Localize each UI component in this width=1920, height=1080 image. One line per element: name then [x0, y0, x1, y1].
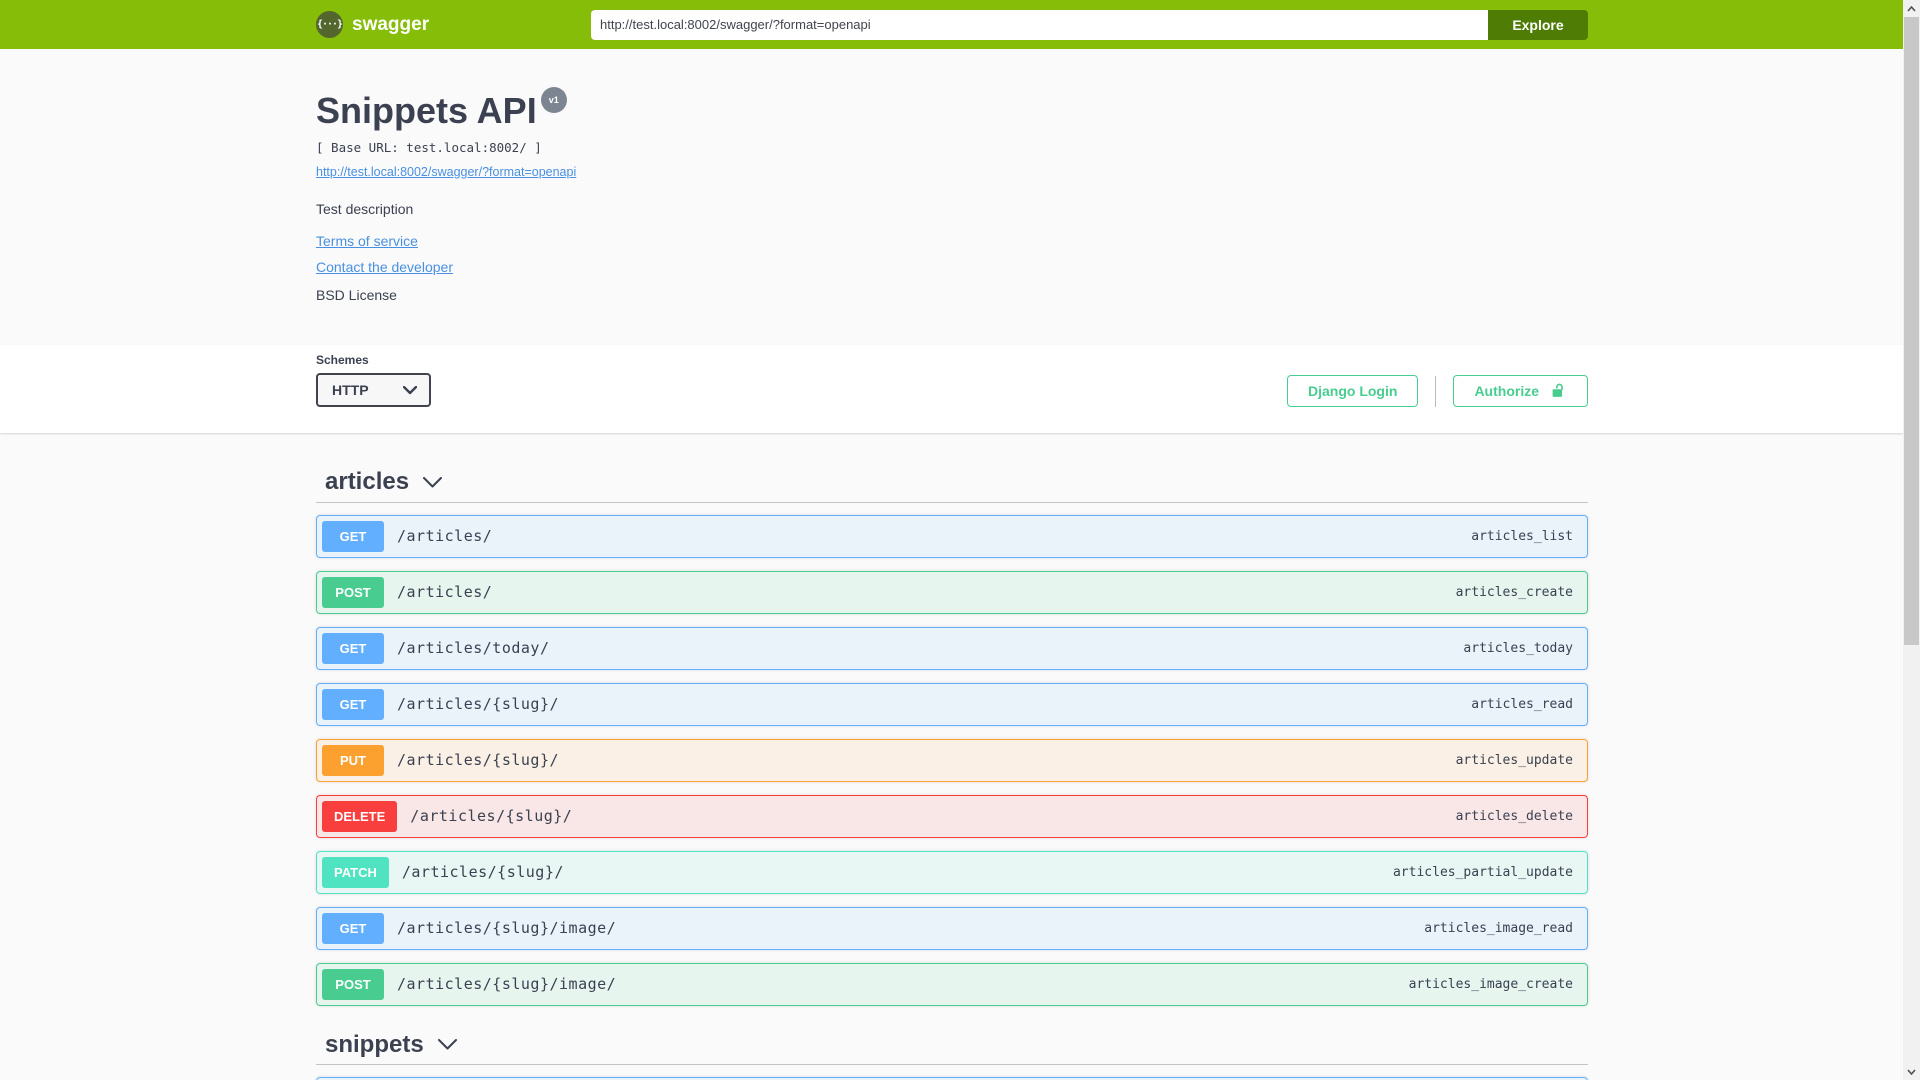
operation-row[interactable]: GET /articles/ articles_list [316, 514, 1588, 558]
contact-developer-link[interactable]: Contact the developer [316, 259, 453, 275]
api-section-snippets: snippets GET /snippets/ snippets_list [316, 1030, 1588, 1080]
schemes-select[interactable]: HTTP [316, 373, 431, 408]
section-title: snippets [325, 1030, 424, 1058]
api-description: Test description [316, 201, 414, 218]
operation-path: /articles/{slug}/image/ [397, 975, 617, 994]
terms-of-service-link[interactable]: Terms of service [316, 233, 418, 249]
operation-path: /articles/{slug}/ [397, 695, 560, 714]
operation-id: articles_create [1455, 584, 1573, 600]
version-badge: v1 [540, 87, 567, 113]
explore-button[interactable]: Explore [1488, 9, 1588, 40]
operation-path: /articles/{slug}/ [401, 863, 564, 882]
operation-id: articles_list [1471, 528, 1573, 544]
license-text: BSD License [316, 287, 397, 304]
section-divider [316, 1063, 1588, 1065]
operation-row[interactable]: POST /articles/{slug}/image/ articles_im… [316, 962, 1588, 1006]
authorize-button[interactable]: Authorize [1453, 375, 1588, 408]
authorize-label: Authorize [1474, 383, 1539, 400]
operation-row[interactable]: GET /articles/today/ articles_today [316, 626, 1588, 670]
operation-path: /articles/today/ [397, 639, 550, 658]
chevron-down-icon [437, 1039, 457, 1050]
operation-id: articles_read [1471, 696, 1573, 712]
auth-wrapper: Django Login Authorize [1287, 375, 1588, 408]
base-url-text: [ Base URL: test.local:8002/ ] [316, 140, 542, 156]
operation-id: articles_partial_update [1392, 864, 1573, 880]
operation-id: articles_image_read [1424, 920, 1573, 936]
section-rows: GET /articles/ articles_list POST /artic… [316, 514, 1588, 1006]
django-login-label: Django Login [1308, 383, 1398, 400]
http-method-badge: GET [322, 632, 384, 664]
http-method-badge: POST [322, 576, 384, 608]
scroll-down-icon [1907, 1068, 1916, 1075]
operation-id: articles_delete [1455, 808, 1573, 824]
chevron-down-icon [423, 476, 443, 488]
api-info-section: Snippets API v1 [ Base URL: test.local:80… [0, 87, 1903, 346]
http-method-badge: GET [322, 520, 384, 552]
auth-divider [1435, 375, 1437, 407]
operation-path: /articles/ [397, 583, 493, 602]
download-url-wrapper: Explore [591, 9, 1588, 40]
operation-id: articles_update [1455, 752, 1573, 768]
scrollbar-up-button[interactable] [1903, 0, 1920, 17]
http-method-badge: GET [322, 688, 384, 720]
section-header[interactable]: articles [316, 468, 1588, 496]
api-title-text: Snippets API [316, 90, 537, 131]
django-login-button[interactable]: Django Login [1287, 375, 1419, 408]
http-method-badge: PATCH [322, 856, 389, 888]
http-method-badge: POST [322, 968, 384, 1000]
chevron-down-icon [403, 385, 417, 394]
operation-path: /articles/ [397, 527, 493, 546]
operation-path: /articles/{slug}/ [410, 807, 573, 826]
operation-path: /articles/{slug}/image/ [397, 919, 617, 938]
operation-id: articles_today [1463, 640, 1573, 656]
page-title: Snippets API v1 [316, 87, 1588, 132]
scrollbar-down-button[interactable] [1903, 1063, 1920, 1080]
section-title: articles [325, 468, 410, 496]
operation-path: /articles/{slug}/ [397, 751, 560, 770]
swagger-ui-page: {···} swagger Explore Snippets APIv1 [ B… [0, 0, 1903, 1080]
schemes-group: Schemes HTTP [316, 353, 431, 408]
spec-url-input[interactable] [591, 9, 1488, 40]
operation-row[interactable]: PUT /articles/{slug}/ articles_update [316, 738, 1588, 782]
operation-row[interactable]: GET /articles/{slug}/ articles_read [316, 682, 1588, 726]
http-method-badge: PUT [322, 744, 384, 776]
operation-row[interactable]: DELETE /articles/{slug}/ articles_delete [316, 794, 1588, 838]
operation-row[interactable]: PATCH /articles/{slug}/ articles_partial… [316, 850, 1588, 894]
operation-row[interactable]: GET /articles/{slug}/image/ articles_ima… [316, 906, 1588, 950]
schemes-label: Schemes [316, 353, 369, 368]
brand-wordmark: swagger [352, 13, 430, 35]
operations-list: articles GET /articles/ articles_list PO… [316, 433, 1588, 1080]
scheme-container: Schemes HTTP Django Login Authorize [0, 345, 1903, 434]
spec-link[interactable]: http://test.local:8002/swagger/?format=o… [316, 165, 576, 179]
operation-id: articles_image_create [1408, 976, 1573, 992]
http-method-badge: DELETE [322, 800, 398, 832]
section-header[interactable]: snippets [316, 1030, 1588, 1058]
scrollbar-thumb[interactable] [1904, 17, 1919, 645]
swagger-logo-icon: {···} [316, 11, 343, 38]
section-divider [316, 501, 1588, 503]
operation-row[interactable]: POST /articles/ articles_create [316, 570, 1588, 614]
unlocked-padlock-icon [1552, 383, 1563, 398]
vertical-scrollbar[interactable] [1903, 0, 1920, 1080]
topbar: {···} swagger Explore [0, 0, 1903, 49]
scroll-up-icon [1907, 5, 1916, 12]
swagger-brand-link[interactable]: {···} swagger [316, 11, 429, 38]
schemes-selected-value: HTTP [332, 382, 369, 399]
api-section-articles: articles GET /articles/ articles_list PO… [316, 468, 1588, 1006]
http-method-badge: GET [322, 912, 384, 944]
